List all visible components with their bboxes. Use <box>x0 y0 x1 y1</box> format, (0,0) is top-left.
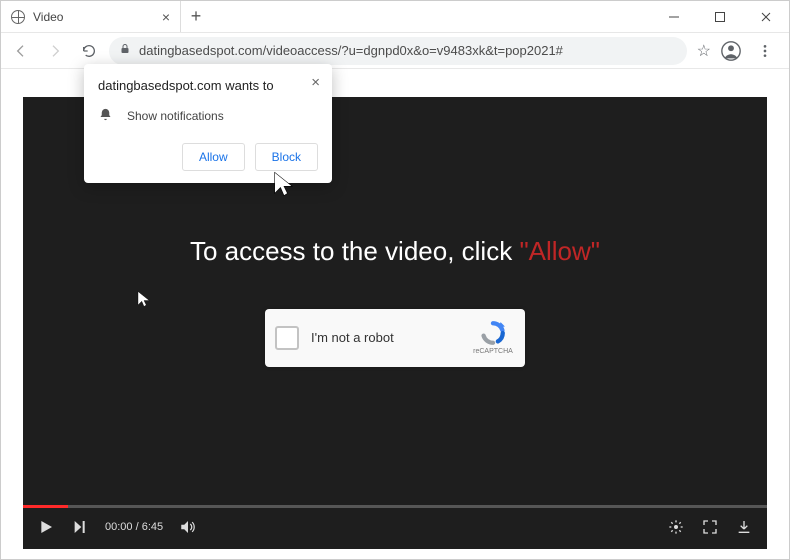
popup-header: datingbasedspot.com wants to <box>98 78 318 93</box>
globe-icon <box>11 10 25 24</box>
progress-fill <box>23 505 68 508</box>
lock-icon <box>119 43 131 58</box>
bell-icon <box>98 107 113 125</box>
new-tab-button[interactable]: + <box>181 1 211 32</box>
time-display: 00:00 / 6:45 <box>105 521 163 533</box>
tab-title: Video <box>33 10 63 24</box>
forward-button[interactable] <box>41 37 69 65</box>
current-time: 00:00 <box>105 521 133 533</box>
settings-button[interactable] <box>667 518 685 536</box>
video-controls: 00:00 / 6:45 <box>23 505 767 549</box>
fullscreen-button[interactable] <box>701 518 719 536</box>
permission-item: Show notifications <box>127 109 224 123</box>
access-message-text: To access to the video, click <box>190 236 519 266</box>
window-controls <box>651 1 789 32</box>
cursor-icon <box>270 170 298 203</box>
allow-button[interactable]: Allow <box>182 143 245 171</box>
maximize-button[interactable] <box>697 1 743 32</box>
recaptcha-checkbox[interactable] <box>275 326 299 350</box>
block-button[interactable]: Block <box>255 143 318 171</box>
notification-permission-popup: × datingbasedspot.com wants to Show noti… <box>84 64 332 183</box>
cursor-icon <box>135 290 153 313</box>
popup-close-icon[interactable]: × <box>311 74 320 91</box>
titlebar: Video × + <box>1 1 789 33</box>
access-message-highlight: "Allow" <box>519 236 600 266</box>
minimize-button[interactable] <box>651 1 697 32</box>
recaptcha-label: I'm not a robot <box>311 330 459 345</box>
duration: 6:45 <box>142 521 163 533</box>
download-button[interactable] <box>735 518 753 536</box>
volume-button[interactable] <box>179 518 197 536</box>
play-button[interactable] <box>37 518 55 536</box>
bookmark-star-icon[interactable]: ☆ <box>697 41 711 61</box>
recaptcha-brand: reCAPTCHA <box>471 348 515 355</box>
address-bar[interactable]: datingbasedspot.com/videoaccess/?u=dgnpd… <box>109 37 687 65</box>
progress-bar[interactable] <box>23 505 767 508</box>
profile-icon[interactable] <box>717 37 745 65</box>
close-window-button[interactable] <box>743 1 789 32</box>
tab-close-icon[interactable]: × <box>162 9 170 25</box>
recaptcha-logo: reCAPTCHA <box>471 320 515 355</box>
back-button[interactable] <box>7 37 35 65</box>
next-button[interactable] <box>71 518 89 536</box>
menu-icon[interactable] <box>751 37 779 65</box>
access-message: To access to the video, click "Allow" <box>190 236 600 267</box>
reload-button[interactable] <box>75 37 103 65</box>
browser-tab[interactable]: Video × <box>1 1 181 32</box>
url-text: datingbasedspot.com/videoaccess/?u=dgnpd… <box>139 43 563 58</box>
recaptcha-widget[interactable]: I'm not a robot reCAPTCHA <box>265 309 525 367</box>
